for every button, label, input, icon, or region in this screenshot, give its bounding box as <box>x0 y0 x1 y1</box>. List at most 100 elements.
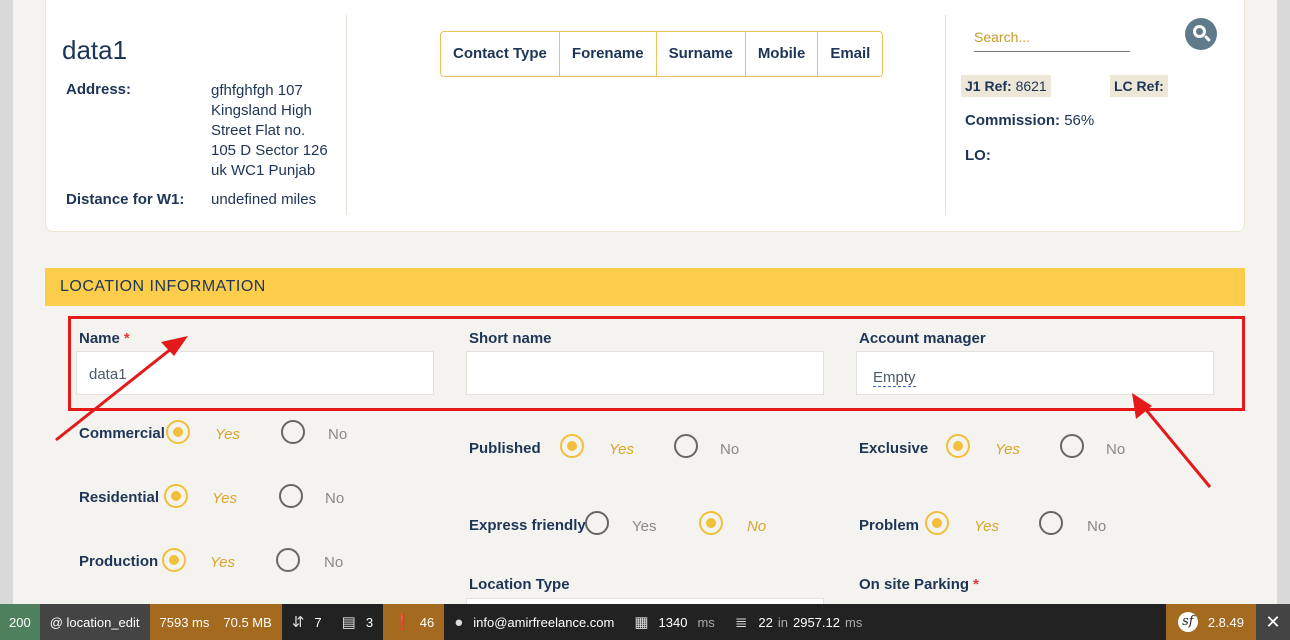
commercial-no-label: No <box>328 426 348 443</box>
published-yes-radio[interactable] <box>560 434 584 458</box>
user-panel[interactable]: ● info@amirfreelance.com <box>444 604 624 640</box>
exclusive-label: Exclusive <box>859 440 929 457</box>
address-value: gfhfghfgh 107 Kingsland High Street Flat… <box>211 82 328 179</box>
render-time: 1340 <box>658 614 688 630</box>
search-field[interactable] <box>974 29 1130 52</box>
forms-icon: ⇵ <box>291 614 305 631</box>
close-toolbar-button[interactable]: ✕ <box>1256 604 1290 640</box>
logs-count: 3 <box>365 614 374 630</box>
problem-label: Problem <box>859 517 920 534</box>
exclusive-no-label: No <box>1106 441 1126 458</box>
published-no-radio[interactable] <box>674 434 698 458</box>
residential-yes-label: Yes <box>212 490 238 507</box>
residential-label: Residential <box>79 489 160 506</box>
express-friendly-yes-label: Yes <box>632 518 657 535</box>
close-icon: ✕ <box>1265 611 1281 632</box>
client-name: data1 <box>62 35 128 65</box>
db-in: in <box>777 614 788 630</box>
express-friendly-no-label: No <box>747 518 767 535</box>
exclusive-yes-label: Yes <box>995 441 1021 458</box>
published-no-label: No <box>720 441 740 458</box>
logs-icon: ▤ <box>341 614 356 631</box>
search-input[interactable] <box>974 29 1130 45</box>
residential-no-radio[interactable] <box>279 484 303 508</box>
location-type-label: Location Type <box>469 576 570 593</box>
production-yes-label: Yes <box>210 554 236 571</box>
warnings-count: 46 <box>419 614 435 630</box>
commercial-yes-radio[interactable] <box>166 420 190 444</box>
residential-no-label: No <box>325 490 345 507</box>
production-label: Production <box>79 553 159 570</box>
database-panel[interactable]: ≣ 22 in 2957.12 ms <box>725 604 873 640</box>
problem-yes-label: Yes <box>974 518 1000 535</box>
j1-ref: J1 Ref: 8621 <box>961 75 1051 97</box>
forms-panel[interactable]: ⇵ 7 <box>282 604 332 640</box>
problem-no-label: No <box>1087 518 1107 535</box>
column-forename[interactable]: Forename <box>560 32 657 76</box>
render-time-panel[interactable]: ▦ 1340 ms <box>624 604 724 640</box>
divider <box>346 15 347 215</box>
column-contact-type[interactable]: Contact Type <box>441 32 560 76</box>
search-button[interactable] <box>1185 18 1217 50</box>
lc-ref-label: LC Ref: <box>1114 78 1164 94</box>
column-email[interactable]: Email <box>818 32 882 76</box>
request-time: 7593 ms <box>159 614 210 630</box>
db-queries: 22 <box>758 614 773 630</box>
render-unit: ms <box>697 614 715 630</box>
debug-toolbar: 200 @ location_edit 7593 ms 70.5 MB ⇵ 7 … <box>0 604 1290 640</box>
user-icon: ● <box>454 613 464 631</box>
db-unit: ms <box>844 614 863 630</box>
column-mobile[interactable]: Mobile <box>746 32 819 76</box>
published-yes-label: Yes <box>609 441 635 458</box>
symfony-logo-icon: sf <box>1177 612 1198 632</box>
exclusive-no-radio[interactable] <box>1060 434 1084 458</box>
arrow-to-account-manager <box>1140 404 1212 488</box>
production-no-label: No <box>324 554 344 571</box>
exclusive-yes-radio[interactable] <box>946 434 970 458</box>
problem-no-radio[interactable] <box>1039 511 1063 535</box>
status-code[interactable]: 200 <box>0 604 40 640</box>
problem-yes-radio[interactable] <box>925 511 949 535</box>
forms-count: 7 <box>314 614 322 630</box>
timer-icon: ▦ <box>634 614 649 631</box>
lo-label: LO: <box>965 147 991 164</box>
required-mark: * <box>973 576 979 593</box>
route-name[interactable]: @ location_edit <box>39 604 150 640</box>
commercial-yes-label: Yes <box>215 426 241 443</box>
version-number: 2.8.49 <box>1207 614 1244 630</box>
left-gutter <box>0 0 13 604</box>
warning-icon: ❗ <box>393 614 412 631</box>
column-surname[interactable]: Surname <box>657 32 746 76</box>
express-friendly-yes-radio[interactable] <box>585 511 609 535</box>
right-gutter <box>1277 0 1290 604</box>
warnings-panel[interactable]: ❗ 46 <box>383 604 445 640</box>
user-email: info@amirfreelance.com <box>473 614 615 630</box>
commission-label: Commission: <box>965 112 1061 129</box>
section-title: LOCATION INFORMATION <box>45 268 1245 306</box>
address-label: Address: <box>66 81 132 98</box>
symfony-version[interactable]: sf 2.8.49 <box>1165 604 1256 640</box>
commission: Commission: 56% <box>965 112 1094 129</box>
lc-ref: LC Ref: <box>1110 75 1168 97</box>
distance-label: Distance for W1: <box>66 191 185 208</box>
commercial-label: Commercial <box>79 425 165 442</box>
onsite-parking-label: On site Parking * <box>859 576 979 593</box>
memory-usage: 70.5 MB <box>223 614 272 630</box>
express-friendly-no-radio[interactable] <box>699 511 723 535</box>
j1-ref-value: 8621 <box>1015 78 1047 94</box>
distance-value: undefined miles <box>211 191 317 208</box>
published-label: Published <box>469 440 541 457</box>
client-summary-card: data1 Address: gfhfghfgh 107 Kingsland H… <box>45 0 1245 232</box>
residential-yes-radio[interactable] <box>164 484 188 508</box>
performance[interactable]: 7593 ms 70.5 MB <box>149 604 282 640</box>
logs-panel[interactable]: ▤ 3 <box>332 604 383 640</box>
database-icon: ≣ <box>734 614 748 631</box>
express-friendly-label: Express friendly <box>469 517 586 534</box>
db-time: 2957.12 <box>792 614 840 630</box>
commission-value: 56% <box>1064 112 1095 129</box>
production-no-radio[interactable] <box>276 548 300 572</box>
j1-ref-label: J1 Ref: <box>965 78 1012 94</box>
divider <box>945 15 946 215</box>
commercial-no-radio[interactable] <box>281 420 305 444</box>
production-yes-radio[interactable] <box>162 548 186 572</box>
